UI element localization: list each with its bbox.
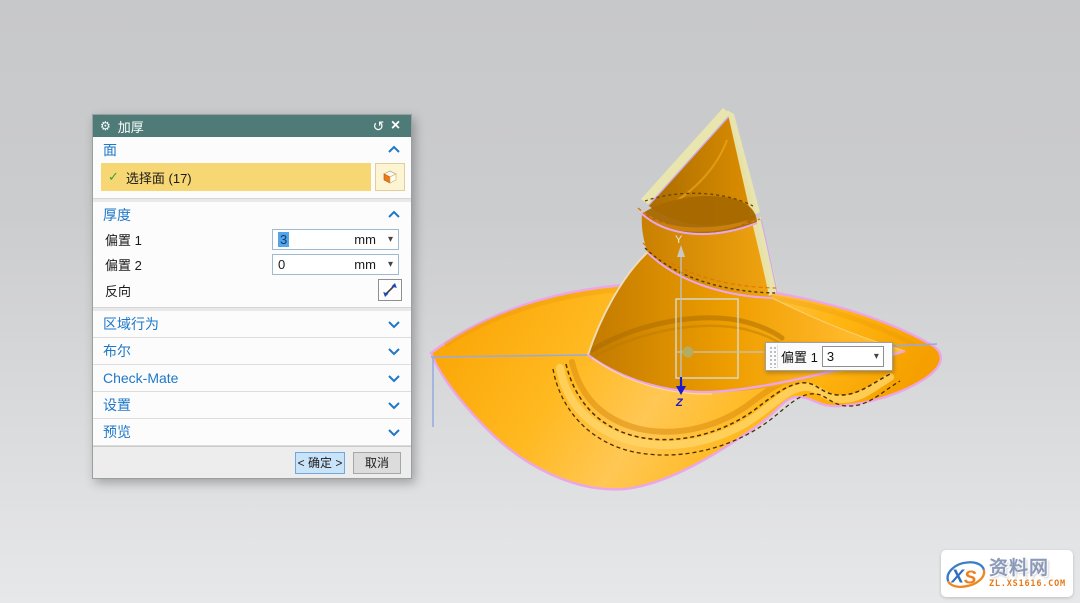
face-section-header[interactable]: 面: [93, 137, 411, 162]
section-settings[interactable]: 设置: [93, 392, 411, 419]
floating-offset1-input[interactable]: 偏置 1 3 ▾: [765, 342, 893, 371]
chevron-up-icon[interactable]: [387, 145, 401, 154]
offset1-value[interactable]: 3: [278, 232, 289, 247]
dialog-titlebar[interactable]: ⚙ 加厚 ↺ ×: [93, 115, 411, 137]
svg-text:S: S: [964, 566, 977, 587]
y-axis-label: Y: [675, 234, 683, 246]
chevron-down-icon[interactable]: [387, 401, 401, 410]
offset2-value[interactable]: 0: [278, 257, 354, 272]
reverse-direction-icon: [382, 282, 398, 298]
thickness-section-header[interactable]: 厚度: [93, 202, 411, 227]
watermark-logo: X S 资料网 ZL.XS1616.COM: [941, 550, 1073, 597]
floating-offset1-value[interactable]: 3: [827, 349, 874, 364]
check-icon: ✓: [108, 169, 119, 185]
dialog-title: 加厚: [118, 117, 370, 136]
floating-offset1-label: 偏置 1: [781, 347, 818, 366]
thickness-section-label: 厚度: [103, 205, 387, 225]
chevron-down-icon[interactable]: ▾: [874, 352, 879, 362]
cancel-button[interactable]: 取消: [353, 452, 401, 474]
chevron-down-icon[interactable]: [387, 347, 401, 356]
offset1-field[interactable]: 3 mm ▾: [272, 229, 399, 250]
cube-icon: [381, 168, 399, 186]
xs-logo-icon: X S: [944, 556, 988, 592]
ok-button[interactable]: < 确定 >: [295, 452, 345, 474]
chevron-down-icon[interactable]: ▾: [388, 235, 393, 245]
chevron-down-icon[interactable]: [387, 320, 401, 329]
section-preview[interactable]: 预览: [93, 419, 411, 446]
thickness-section: 厚度 偏置 1 3 mm ▾ 偏置 2 0 mm ▾ 反向: [93, 202, 411, 308]
drag-handle[interactable]: [768, 345, 778, 368]
select-face-row[interactable]: ✓ 选择面 (17): [101, 163, 371, 191]
dialog-footer: < 确定 > 取消: [93, 446, 411, 478]
face-select-button[interactable]: [375, 163, 405, 191]
offset2-field[interactable]: 0 mm ▾: [272, 254, 399, 275]
reverse-direction-button[interactable]: [378, 279, 402, 301]
watermark-site-url: ZL.XS1616.COM: [989, 580, 1066, 589]
cad-application-window: Y Z 偏置 1 3 ▾ ⚙ 加厚 ↺ × 面: [0, 0, 1080, 603]
offset2-unit: mm: [354, 257, 376, 272]
face-section: 面 ✓ 选择面 (17): [93, 137, 411, 199]
chevron-down-icon[interactable]: [387, 374, 401, 383]
offset1-label: 偏置 1: [105, 230, 272, 249]
offset2-label: 偏置 2: [105, 255, 272, 274]
section-region-behavior[interactable]: 区域行为: [93, 311, 411, 338]
gear-icon: ⚙: [100, 120, 111, 132]
floating-offset1-field[interactable]: 3 ▾: [822, 346, 884, 367]
section-boolean[interactable]: 布尔: [93, 338, 411, 365]
section-check-mate[interactable]: Check-Mate: [93, 365, 411, 392]
chevron-down-icon[interactable]: ▾: [388, 260, 393, 270]
select-face-label: 选择面 (17): [126, 168, 192, 187]
chevron-up-icon[interactable]: [387, 210, 401, 219]
face-section-label: 面: [103, 140, 387, 160]
chevron-down-icon[interactable]: [387, 428, 401, 437]
watermark-site-name: 资料网: [989, 559, 1066, 578]
close-icon[interactable]: ×: [387, 118, 404, 134]
z-axis-label: Z: [675, 397, 684, 409]
thicken-dialog: ⚙ 加厚 ↺ × 面 ✓ 选择面 (17): [92, 114, 412, 479]
reverse-direction-label: 反向: [105, 281, 131, 300]
origin-point[interactable]: [683, 347, 694, 358]
reset-icon[interactable]: ↺: [370, 119, 387, 133]
offset1-unit: mm: [354, 232, 376, 247]
